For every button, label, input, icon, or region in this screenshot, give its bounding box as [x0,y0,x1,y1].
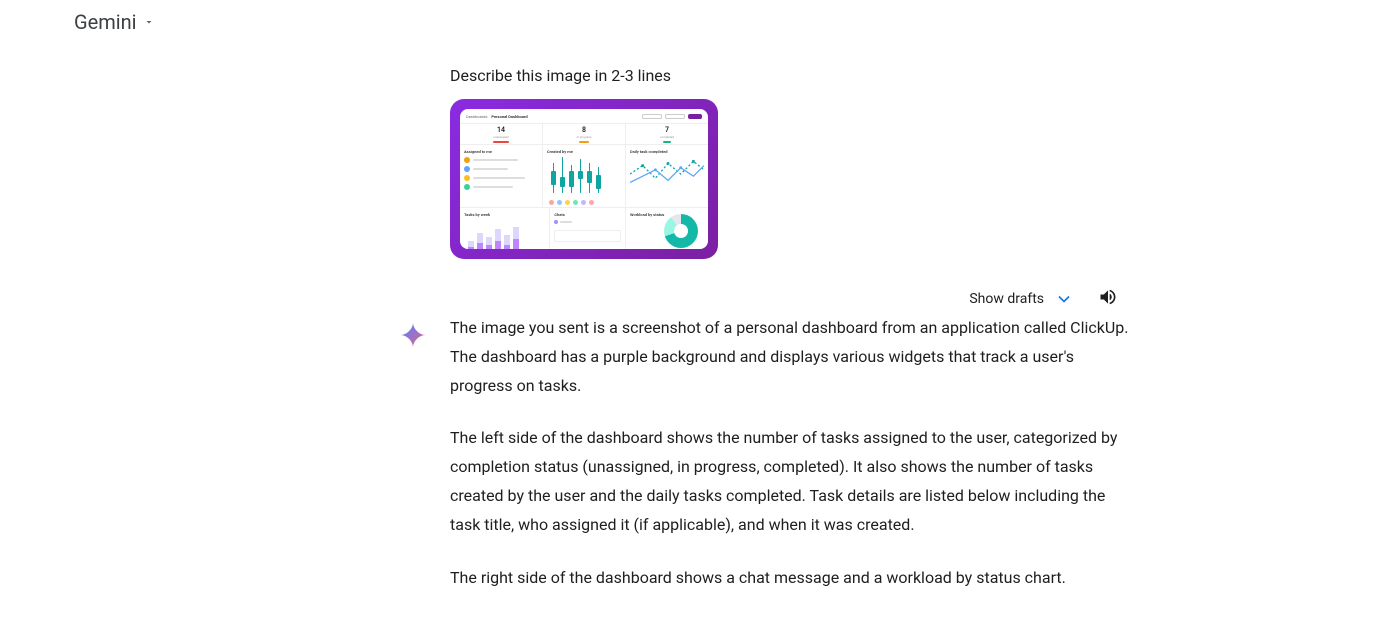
add-button-mini [642,114,662,119]
stats-row: 14unassigned 8in progress 7completed [460,123,708,145]
assistant-response: The image you sent is a screenshot of a … [450,314,1138,592]
dashboard-preview: Dashboards Personal Dashboard 14unassign… [460,109,708,249]
user-prompt: Describe this image in 2-3 lines [450,66,1140,85]
donut-chart-icon [664,214,698,248]
response-paragraph: The right side of the dashboard shows a … [450,564,1138,593]
dashboard-title: Personal Dashboard [491,114,527,119]
speaker-icon [1098,287,1118,307]
primary-button-mini [688,114,702,119]
chevron-down-icon [1054,289,1074,309]
read-aloud-button[interactable] [1098,287,1118,311]
breadcrumb: Dashboards [466,114,487,119]
gemini-spark-icon [398,320,428,350]
customize-button-mini [665,114,685,119]
uploaded-image-thumbnail[interactable]: Dashboards Personal Dashboard 14unassign… [450,99,718,259]
show-drafts-button[interactable]: Show drafts [969,289,1074,309]
model-selector[interactable]: Gemini [74,10,155,34]
response-paragraph: The left side of the dashboard shows the… [450,424,1138,539]
brand-label: Gemini [74,10,137,34]
caret-down-icon [143,13,155,32]
show-drafts-label: Show drafts [969,291,1044,307]
response-paragraph: The image you sent is a screenshot of a … [450,314,1138,400]
line-chart-icon [630,155,704,197]
